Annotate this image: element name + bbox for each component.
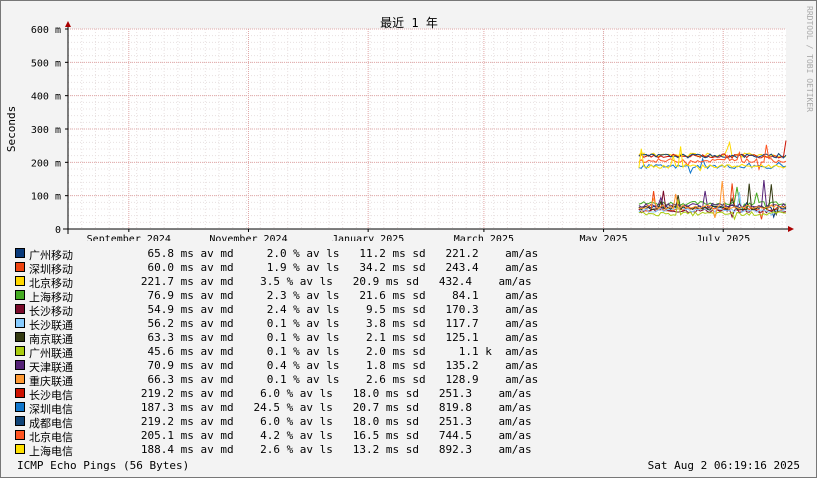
legend-stats: 219.2 ms av md 6.0 % av ls 18.0 ms sd 25… bbox=[121, 387, 532, 400]
x-tick-label: September 2024 bbox=[87, 234, 171, 241]
legend-stats: 45.6 ms av md 0.1 % av ls 2.0 ms sd 1.1 … bbox=[121, 345, 539, 358]
y-axis-label: Seconds bbox=[5, 106, 18, 152]
legend-swatch bbox=[15, 290, 25, 300]
legend-swatch bbox=[15, 416, 25, 426]
legend-swatch bbox=[15, 430, 25, 440]
y-tick-label: 100 m bbox=[31, 192, 61, 203]
x-axis-arrow bbox=[788, 226, 794, 232]
legend-row: 南京联通 63.3 ms av md 0.1 % av ls 2.1 ms sd… bbox=[15, 331, 575, 346]
x-tick-label: July 2025 bbox=[696, 234, 750, 241]
legend-stats: 187.3 ms av md 24.5 % av ls 20.7 ms sd 8… bbox=[121, 401, 532, 414]
legend-row: 长沙联通 56.2 ms av md 0.1 % av ls 3.8 ms sd… bbox=[15, 317, 575, 332]
graph-frame: 0 100 m 200 m 300 m 400 m 500 m 600 m September… bbox=[0, 0, 817, 478]
y-tick-label: 400 m bbox=[31, 92, 61, 103]
legend-row: 上海电信 188.4 ms av md 2.6 % av ls 13.2 ms … bbox=[15, 443, 575, 458]
legend-stats: 70.9 ms av md 0.4 % av ls 1.8 ms sd 135.… bbox=[121, 359, 539, 372]
legend-stats: 205.1 ms av md 4.2 % av ls 16.5 ms sd 74… bbox=[121, 429, 532, 442]
legend-stats: 66.3 ms av md 0.1 % av ls 2.6 ms sd 128.… bbox=[121, 373, 539, 386]
legend-swatch bbox=[15, 248, 25, 258]
legend-row: 深圳移动 60.0 ms av md 1.9 % av ls 34.2 ms s… bbox=[15, 261, 575, 276]
legend-row: 广州移动 65.8 ms av md 2.0 % av ls 11.2 ms s… bbox=[15, 247, 575, 262]
x-tick-label: March 2025 bbox=[454, 234, 514, 241]
y-axis-arrow bbox=[65, 21, 71, 27]
legend-row: 重庆联通 66.3 ms av md 0.1 % av ls 2.6 ms sd… bbox=[15, 373, 575, 388]
x-tick-label: November 2024 bbox=[209, 234, 287, 241]
x-tick-label: January 2025 bbox=[332, 234, 404, 241]
y-tick-label: 0 bbox=[55, 225, 61, 236]
y-tick-label: 500 m bbox=[31, 58, 61, 69]
legend-swatch bbox=[15, 262, 25, 272]
legend-row: 广州联通 45.6 ms av md 0.1 % av ls 2.0 ms sd… bbox=[15, 345, 575, 360]
legend-row: 上海移动 76.9 ms av md 2.3 % av ls 21.6 ms s… bbox=[15, 289, 575, 304]
legend-swatch bbox=[15, 360, 25, 370]
x-tick-label: May 2025 bbox=[579, 234, 627, 241]
legend-swatch bbox=[15, 444, 25, 454]
legend-swatch bbox=[15, 332, 25, 342]
legend-row: 长沙移动 54.9 ms av md 2.4 % av ls 9.5 ms sd… bbox=[15, 303, 575, 318]
legend-row: 长沙电信 219.2 ms av md 6.0 % av ls 18.0 ms … bbox=[15, 387, 575, 402]
legend-row: 北京电信 205.1 ms av md 4.2 % av ls 16.5 ms … bbox=[15, 429, 575, 444]
rrdtool-watermark: RRDTOOL / TOBI OETIKER bbox=[805, 6, 814, 112]
legend-stats: 56.2 ms av md 0.1 % av ls 3.8 ms sd 117.… bbox=[121, 317, 539, 330]
legend-row: 深圳电信 187.3 ms av md 24.5 % av ls 20.7 ms… bbox=[15, 401, 575, 416]
footer-timestamp: Sat Aug 2 06:19:16 2025 bbox=[647, 459, 800, 472]
legend-stats: 221.7 ms av md 3.5 % av ls 20.9 ms sd 43… bbox=[121, 275, 532, 288]
legend-swatch bbox=[15, 318, 25, 328]
legend-stats: 188.4 ms av md 2.6 % av ls 13.2 ms sd 89… bbox=[121, 443, 532, 456]
legend-row: 北京移动 221.7 ms av md 3.5 % av ls 20.9 ms … bbox=[15, 275, 575, 290]
legend-stats: 54.9 ms av md 2.4 % av ls 9.5 ms sd 170.… bbox=[121, 303, 539, 316]
legend-stats: 76.9 ms av md 2.3 % av ls 21.6 ms sd 84.… bbox=[121, 289, 539, 302]
legend-swatch bbox=[15, 276, 25, 286]
y-tick-label: 600 m bbox=[31, 25, 61, 36]
y-tick-label: 200 m bbox=[31, 158, 61, 169]
legend-stats: 219.2 ms av md 6.0 % av ls 18.0 ms sd 25… bbox=[121, 415, 532, 428]
legend-stats: 60.0 ms av md 1.9 % av ls 34.2 ms sd 243… bbox=[121, 261, 539, 274]
legend-swatch bbox=[15, 346, 25, 356]
legend-swatch bbox=[15, 402, 25, 412]
ping-chart: 0 100 m 200 m 300 m 400 m 500 m 600 m September… bbox=[5, 6, 814, 241]
legend-swatch bbox=[15, 304, 25, 314]
footer-description: ICMP Echo Pings (56 Bytes) bbox=[17, 459, 190, 472]
legend-row: 成都电信 219.2 ms av md 6.0 % av ls 18.0 ms … bbox=[15, 415, 575, 430]
chart-title: 最近 1 年 bbox=[380, 16, 438, 30]
y-tick-label: 300 m bbox=[31, 125, 61, 136]
legend-row: 天津联通 70.9 ms av md 0.4 % av ls 1.8 ms sd… bbox=[15, 359, 575, 374]
legend-swatch bbox=[15, 388, 25, 398]
legend-name: 上海电信 bbox=[29, 445, 73, 458]
legend-stats: 65.8 ms av md 2.0 % av ls 11.2 ms sd 221… bbox=[121, 247, 539, 260]
legend-stats: 63.3 ms av md 0.1 % av ls 2.1 ms sd 125.… bbox=[121, 331, 539, 344]
legend-swatch bbox=[15, 374, 25, 384]
